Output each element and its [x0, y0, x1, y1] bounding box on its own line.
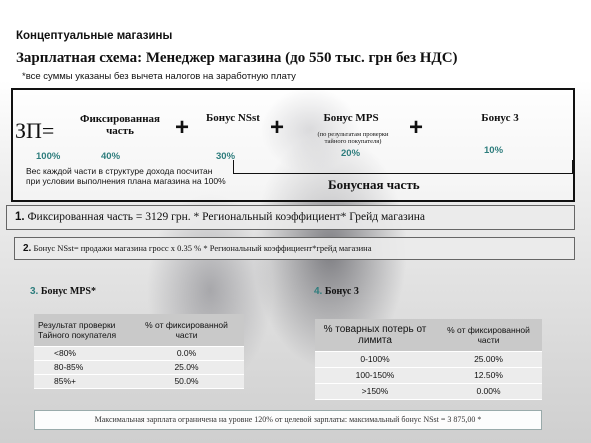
section-4-label: Бонус 3: [324, 286, 359, 297]
plus-sign-3: +: [409, 114, 424, 141]
mps-bonus-table: Результат проверки Тайного покупателя % …: [34, 314, 244, 389]
zp-label: ЗП=: [15, 118, 55, 143]
table-row: 0-100% 25.00%: [315, 351, 542, 368]
section-4-heading: 4. Бонус 3: [314, 286, 359, 297]
row2-text: Бонус NSst= продажи магазина гросс х 0.3…: [31, 243, 372, 253]
table-row: 85%+ 50.0%: [34, 374, 244, 389]
loss-header-pct: % от фиксированной части: [435, 319, 542, 352]
mps-cell: 0.0%: [129, 346, 244, 361]
row1-text: Фиксированная часть = 3129 грн. * Регион…: [24, 211, 426, 223]
mps-cell: 80-85%: [34, 360, 129, 375]
loss-bonus-table: % товарных потерь от лимита % от фиксиро…: [315, 319, 542, 400]
fixed-part-pct: 100%: [36, 151, 61, 162]
loss-cell: 0.00%: [435, 383, 542, 400]
bonus-part-label: Бонусная часть: [328, 177, 420, 192]
fixed-part-formula: 1. Фиксированная часть = 3129 грн. * Рег…: [6, 205, 575, 230]
row1-number: 1.: [15, 211, 25, 223]
mps-cell: 85%+: [34, 374, 129, 389]
bonus3-label: Бонус 3: [481, 112, 519, 124]
loss-cell: 100-150%: [315, 367, 435, 384]
max-salary-note: Максимальная зарплата ограничена на уров…: [34, 410, 542, 430]
table-row: 80-85% 25.0%: [34, 360, 244, 375]
mps-cell: 50.0%: [129, 374, 244, 389]
mps-cell: 25.0%: [129, 360, 244, 375]
section-3-number: 3.: [30, 286, 39, 297]
table-row: <80% 0.0%: [34, 346, 244, 361]
mps-bonus-label: Бонус MPS: [323, 112, 379, 124]
nsst-bonus-formula: 2. Бонус NSst= продажи магазина гросс х …: [14, 237, 575, 260]
loss-cell: 0-100%: [315, 351, 435, 368]
plus-sign-1: +: [175, 114, 190, 141]
table-row: 100-150% 12.50%: [315, 367, 542, 384]
bonus-bracket: [233, 160, 573, 174]
section-4-number: 4.: [314, 286, 323, 297]
section-3-label: Бонус MPS*: [40, 286, 96, 297]
plus-sign-2: +: [270, 114, 285, 141]
section-title: Концептуальные магазины: [16, 30, 173, 42]
nsst-bonus-pct: 40%: [101, 151, 121, 162]
mps-header-result: Результат проверки Тайного покупателя: [34, 314, 129, 347]
weight-note: Вес каждой части в структуре дохода посч…: [26, 166, 226, 186]
section-3-heading: 3. Бонус MPS*: [30, 286, 96, 297]
mps-bonus-note: (по результатам проверки тайного покупат…: [317, 131, 389, 145]
footer-text: Максимальная зарплата ограничена на уров…: [94, 415, 482, 424]
loss-cell: 25.00%: [435, 351, 542, 368]
mps-cell: <80%: [34, 346, 129, 361]
fixed-part-label: Фиксированная часть: [80, 113, 160, 137]
mps-bonus-pct-2: 20%: [341, 148, 361, 159]
bonus3-pct: 10%: [484, 145, 504, 156]
loss-cell: >150%: [315, 383, 435, 400]
table-row: >150% 0.00%: [315, 383, 542, 400]
tax-note: *все суммы указаны без вычета налогов на…: [22, 71, 296, 82]
scheme-title: Зарплатная схема: Менеджер магазина (до …: [16, 50, 458, 66]
loss-header-limit: % товарных потерь от лимита: [315, 319, 435, 352]
mps-header-pct: % от фиксированной части: [129, 314, 244, 347]
loss-cell: 12.50%: [435, 367, 542, 384]
nsst-bonus-label: Бонус NSst: [206, 112, 260, 124]
